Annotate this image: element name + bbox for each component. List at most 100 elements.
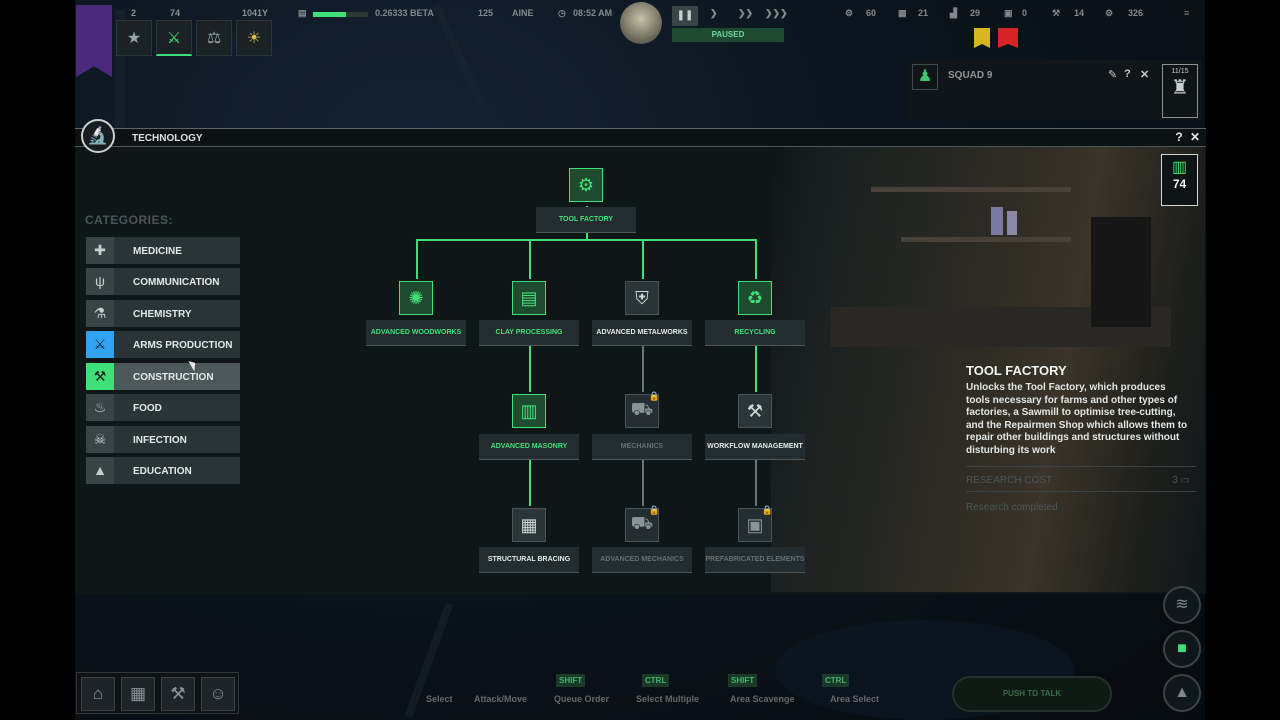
microscope-icon: 🔬 <box>81 119 115 153</box>
control-hint: Queue Order <box>554 694 610 704</box>
prefab-icon[interactable]: ▣ 🔒 <box>738 505 773 542</box>
clock-icon: ◷ <box>558 8 566 18</box>
tech-mechanics[interactable]: MECHANICS <box>592 434 692 460</box>
brick-icon[interactable]: ▤ <box>512 281 546 315</box>
resource-value: 0 <box>1022 8 1028 18</box>
lock-icon: 🔒 <box>648 505 660 515</box>
category-food[interactable]: ♨ FOOD <box>86 394 240 421</box>
tech-workflow-management[interactable]: WORKFLOW MANAGEMENT <box>705 434 805 460</box>
fast-forward-icon[interactable]: ❯❯ <box>738 8 753 19</box>
control-hint: Select Multiple <box>636 694 700 704</box>
menu-icon[interactable]: ▤ <box>298 8 307 19</box>
control-hint: Attack/Move <box>474 694 528 704</box>
push-to-talk-button[interactable]: PUSH TO TALK <box>952 676 1112 712</box>
masonry-icon[interactable]: ▥ <box>512 394 546 428</box>
antenna-icon: ψ <box>86 268 114 295</box>
bracing-icon[interactable]: ▦ <box>512 508 546 542</box>
soldier-icon[interactable]: ♟ <box>912 64 938 90</box>
panel-title: TECHNOLOGY <box>132 133 203 144</box>
sun-icon[interactable]: ☀ <box>236 20 272 56</box>
tech-prefabricated-elements[interactable]: PREFABRICATED ELEMENTS <box>705 547 805 573</box>
tech-advanced-woodworks[interactable]: ADVANCED WOODWORKS <box>366 320 466 346</box>
food-bowl-icon: ♨ <box>86 394 114 421</box>
star-icon[interactable]: ★ <box>116 20 152 56</box>
book-icon: ▭ <box>1180 475 1190 486</box>
pause-icon[interactable]: ❚❚ <box>672 6 698 26</box>
category-communication[interactable]: ψ COMMUNICATION <box>86 268 240 295</box>
fuel-icon: ▣ <box>1004 8 1013 18</box>
saw-blade-icon[interactable]: ✺ <box>399 281 433 315</box>
research-points-box: ▥ 74 <box>1161 154 1198 206</box>
citizens-icon[interactable]: ☺ <box>201 677 235 711</box>
close-icon[interactable]: ✕ <box>1140 68 1149 81</box>
recycle-icon[interactable]: ♻ <box>738 281 772 315</box>
shield-icon[interactable]: ⛨ <box>625 281 659 315</box>
category-medicine[interactable]: ✚ MEDICINE <box>86 237 240 264</box>
research-cost-row: RESEARCH COST 3 ▭ <box>966 466 1196 492</box>
tech-clay-processing[interactable]: CLAY PROCESSING <box>479 320 579 346</box>
help-icon[interactable]: ? <box>1124 68 1131 80</box>
help-button[interactable]: ? <box>1172 130 1186 144</box>
tech-advanced-masonry[interactable]: ADVANCED MASONRY <box>479 434 579 460</box>
resource-value: 29 <box>970 8 981 18</box>
category-construction[interactable]: ⚒ CONSTRUCTION <box>86 363 240 390</box>
compass-icon[interactable]: ▲ <box>1163 674 1201 712</box>
day-night-globe <box>620 2 662 44</box>
squad-panel: ♟ SQUAD 9 ✎ ? ✕ 11/15 ♜ <box>908 60 1202 120</box>
faction-banner <box>76 5 112 77</box>
category-label: FOOD <box>133 403 162 414</box>
resource-value: 21 <box>918 8 929 18</box>
buildings-icon: ▦ <box>898 8 907 18</box>
day-value: 125 <box>478 8 494 18</box>
category-label: CONSTRUCTION <box>133 372 214 383</box>
key-shift: SHIFT <box>556 674 586 687</box>
construct-icon[interactable]: ▦ <box>121 677 155 711</box>
lock-icon: 🔒 <box>761 505 773 515</box>
chemistry-icon: ⚗ <box>86 300 114 327</box>
mechanics-icon[interactable]: ⛟ 🔒 <box>625 391 660 428</box>
tools-icon: ⚒ <box>1052 8 1061 18</box>
tech-structural-bracing[interactable]: STRUCTURAL BRACING <box>479 547 579 573</box>
map-toggle-icon[interactable]: ■ <box>1163 630 1201 668</box>
advanced-mechanics-icon[interactable]: ⛟ 🔒 <box>625 505 660 542</box>
category-infection[interactable]: ☠ INFECTION <box>86 426 240 453</box>
edit-icon[interactable]: ✎ <box>1108 68 1117 81</box>
weekday-value: AINE <box>512 8 534 18</box>
category-education[interactable]: ▲ EDUCATION <box>86 457 240 484</box>
fastest-icon[interactable]: ❯❯❯ <box>765 8 788 19</box>
demolish-icon[interactable]: ⚒ <box>161 677 195 711</box>
population-bar <box>313 12 368 17</box>
rifle-skill-icon[interactable]: ⚔ <box>156 20 192 56</box>
squad-count: 11/15 <box>1171 68 1189 75</box>
layers-icon[interactable]: ≋ <box>1163 586 1201 624</box>
resource-value: 60 <box>866 8 877 18</box>
skill-count: 74 <box>170 8 181 18</box>
lock-icon: 🔒 <box>648 391 660 401</box>
main-menu-icon[interactable]: ≡ <box>1184 8 1189 18</box>
building-icon[interactable]: ⌂ <box>81 677 115 711</box>
category-label: EDUCATION <box>133 466 192 477</box>
crossed-hammers-icon[interactable]: ⚒ <box>738 394 772 428</box>
tech-recycling[interactable]: RECYCLING <box>705 320 805 346</box>
tech-advanced-mechanics[interactable]: ADVANCED MECHANICS <box>592 547 692 573</box>
skull-icon: ☠ <box>86 426 114 453</box>
category-label: COMMUNICATION <box>133 277 220 288</box>
category-arms-production[interactable]: ⚔ ARMS PRODUCTION <box>86 331 240 358</box>
stairs-icon: ▟ <box>950 8 957 18</box>
tool-factory-icon[interactable]: ⚙ <box>569 168 603 202</box>
skill-count: 1041Y <box>242 8 269 18</box>
scales-icon[interactable]: ⚖ <box>196 20 232 56</box>
tech-advanced-metalworks[interactable]: ADVANCED METALWORKS <box>592 320 692 346</box>
squad-label: SQUAD 9 <box>948 70 993 81</box>
squad-member-card[interactable]: 11/15 ♜ <box>1162 64 1198 118</box>
tech-detail-title: TOOL FACTORY <box>966 363 1067 378</box>
control-hint: Select <box>426 694 453 704</box>
play-icon[interactable]: ❯ <box>710 8 718 19</box>
tech-tool-factory[interactable]: TOOL FACTORY <box>536 207 636 233</box>
key-ctrl: CTRL <box>822 674 850 687</box>
tech-detail-description: Unlocks the Tool Factory, which produces… <box>966 382 1188 456</box>
build-toolbar: ⌂ ▦ ⚒ ☺ <box>76 672 239 714</box>
close-button[interactable]: ✕ <box>1188 130 1202 144</box>
medkit-icon: ✚ <box>86 237 114 264</box>
category-chemistry[interactable]: ⚗ CHEMISTRY <box>86 300 240 327</box>
